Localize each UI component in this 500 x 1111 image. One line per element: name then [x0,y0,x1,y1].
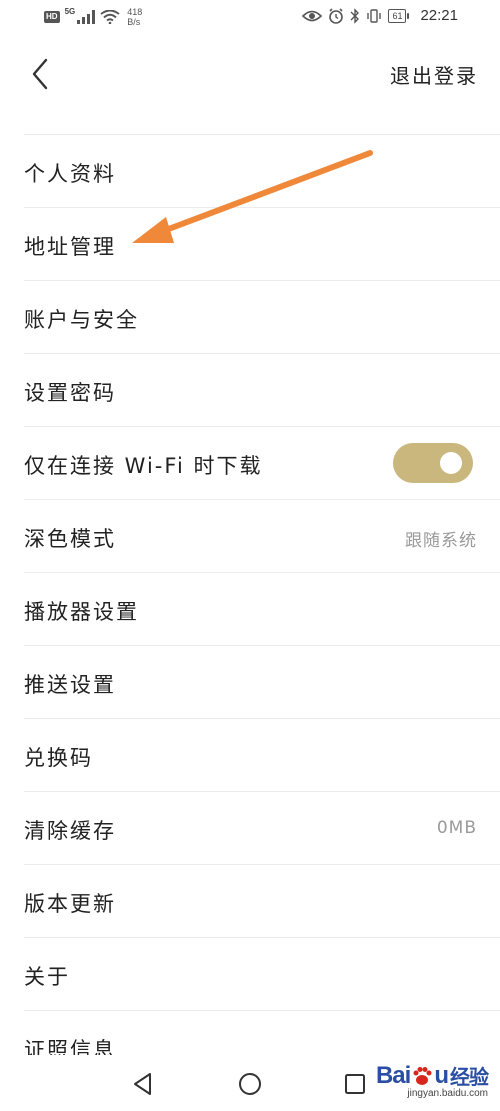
network-speed-unit: B/s [127,17,141,27]
status-left: HD 5G 418 B/s [44,7,142,27]
watermark-logo-left: Bai [375,1061,411,1089]
menu-item-label: 推送设置 [24,673,116,697]
wifi-only-toggle[interactable] [393,443,473,483]
menu-item-clear-cache[interactable]: 清除缓存 0MB [24,791,500,864]
toggle-knob [440,452,462,474]
circle-home-icon [239,1073,261,1095]
menu-item-version-update[interactable]: 版本更新 [24,864,500,937]
watermark-url: jingyan.baidu.com [407,1088,488,1099]
menu-item-label: 播放器设置 [24,600,139,624]
nav-home-button[interactable] [233,1067,267,1101]
menu-item-label: 地址管理 [24,235,116,259]
battery-icon: 61 [388,8,410,23]
dark-mode-value: 跟随系统 [405,531,477,551]
menu-item-about[interactable]: 关于 [24,937,500,1010]
paw-icon [413,1066,432,1085]
menu-item-label: 版本更新 [24,892,116,916]
menu-item-label: 个人资料 [24,162,116,186]
menu-item-set-password[interactable]: 设置密码 [24,353,500,426]
clock: 22:21 [420,7,458,24]
menu-item-label: 账户与安全 [24,308,139,332]
back-button[interactable] [26,56,58,92]
cache-size-value: 0MB [436,818,477,838]
wifi-icon [100,10,120,24]
menu-item-label: 关于 [24,965,70,989]
menu-item-address[interactable]: 地址管理 [24,207,500,280]
menu-item-label: 兑换码 [24,746,93,770]
triangle-back-icon [134,1073,151,1095]
menu-item-push-settings[interactable]: 推送设置 [24,645,500,718]
status-right: 61 22:21 [302,7,458,24]
menu-item-label: 清除缓存 [24,819,116,843]
system-nav-bar: Bai u 经验 jingyan.baidu.com [0,1055,500,1111]
menu-item-label: 深色模式 [24,527,116,551]
watermark-logo-right: u [434,1061,449,1089]
menu-item-dark-mode[interactable]: 深色模式 跟随系统 [24,499,500,572]
chevron-left-icon [32,58,48,90]
signal-type-label: 5G [64,7,76,16]
hd-badge: HD [44,11,60,23]
header: 退出登录 [0,48,500,98]
menu-item-account-security[interactable]: 账户与安全 [24,280,500,353]
logout-button[interactable]: 退出登录 [390,60,478,89]
menu-item-label: 设置密码 [24,381,116,405]
nav-recents-button[interactable] [338,1067,372,1101]
menu-item-label: 仅在连接 Wi-Fi 时下载 [24,454,263,478]
eye-comfort-icon [302,10,323,21]
vibrate-icon [367,8,382,23]
network-speed-value: 418 [127,7,143,17]
status-bar: HD 5G 418 B/s 61 22:21 [0,0,500,34]
square-recents-icon [345,1074,365,1094]
watermark-logo-cn: 经验 [450,1067,489,1089]
menu-item-redeem-code[interactable]: 兑换码 [24,718,500,791]
nav-back-button[interactable] [126,1067,160,1101]
menu-item-player-settings[interactable]: 播放器设置 [24,572,500,645]
baidu-jingyan-watermark: Bai u 经验 jingyan.baidu.com [375,1061,489,1100]
network-speed: 418 B/s [127,7,142,27]
menu-item-profile[interactable]: 个人资料 [24,134,500,207]
settings-list: 个人资料 地址管理 账户与安全 设置密码 仅在连接 Wi-Fi 时下载 深色模式… [0,134,500,1083]
cellular-signal-icon [77,10,96,24]
watermark-logo: Bai u 经验 [375,1061,489,1090]
alarm-icon [329,7,344,24]
bluetooth-icon [350,7,360,24]
menu-item-wifi-only-download: 仅在连接 Wi-Fi 时下载 [24,426,500,499]
